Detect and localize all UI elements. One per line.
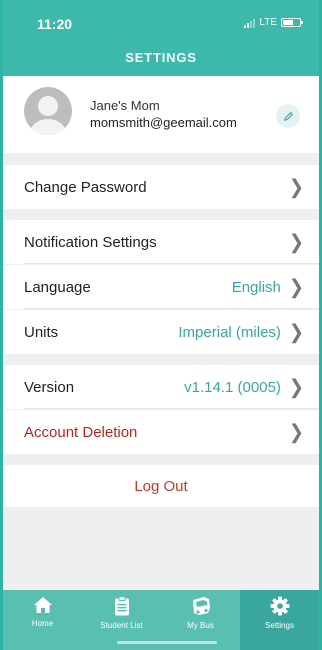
tab-student-list-label: Student List	[100, 621, 143, 630]
status-bar-right: LTE	[244, 17, 303, 28]
chevron-right-icon: ❯	[288, 321, 304, 343]
version-label: Version	[24, 378, 75, 396]
tab-settings-label: Settings	[265, 621, 294, 630]
chevron-right-icon: ❯	[288, 176, 304, 198]
chevron-right-icon: ❯	[288, 231, 304, 253]
version-row[interactable]: Version v1.14.1 (0005) ❯	[3, 365, 319, 409]
notification-settings-label: Notification Settings	[24, 233, 157, 251]
edit-profile-button[interactable]	[276, 104, 300, 128]
profile-name: Jane's Mom	[90, 98, 160, 113]
status-time: 11:20	[37, 16, 73, 32]
home-icon	[33, 597, 52, 613]
clipboard-icon	[114, 596, 129, 616]
tab-settings[interactable]: Settings	[240, 590, 319, 650]
account-deletion-row[interactable]: Account Deletion ❯	[3, 410, 319, 454]
page-title: SETTINGS	[125, 50, 197, 65]
notification-settings-row[interactable]: Notification Settings ❯	[3, 220, 319, 264]
units-label: Units	[24, 323, 59, 341]
account-deletion-label: Account Deletion	[24, 423, 138, 441]
tab-home-label: Home	[31, 619, 54, 628]
profile-email: momsmith@geemail.com	[90, 115, 237, 130]
language-label: Language	[24, 278, 91, 296]
chevron-right-icon: ❯	[288, 421, 304, 443]
battery-icon	[281, 18, 303, 27]
language-row[interactable]: Language English ❯	[3, 265, 319, 309]
pencil-icon	[283, 111, 293, 121]
bus-icon	[192, 597, 210, 615]
avatar	[24, 87, 72, 135]
change-password-row[interactable]: Change Password ❯	[3, 165, 319, 209]
network-label: LTE	[259, 17, 277, 28]
chevron-right-icon: ❯	[288, 276, 304, 298]
change-password-label: Change Password	[24, 178, 147, 196]
units-value: Imperial (miles)	[178, 323, 281, 341]
logout-button[interactable]: Log Out	[3, 465, 319, 507]
tab-home[interactable]: Home	[3, 590, 82, 650]
tab-my-bus-label: My Bus	[187, 621, 214, 630]
gear-icon	[270, 596, 289, 616]
header: 11:20 LTE SETTINGS	[3, 0, 319, 76]
chevron-right-icon: ❯	[288, 376, 304, 398]
version-value: v1.14.1 (0005)	[184, 378, 281, 396]
phone-screen: 11:20 LTE SETTINGS Jane's Mom momsmith@g…	[0, 0, 322, 650]
language-value: English	[231, 278, 281, 296]
home-indicator	[117, 641, 217, 644]
units-row[interactable]: Units Imperial (miles) ❯	[3, 310, 319, 354]
signal-icon	[244, 18, 256, 28]
profile-card: Jane's Mom momsmith@geemail.com	[3, 76, 319, 153]
